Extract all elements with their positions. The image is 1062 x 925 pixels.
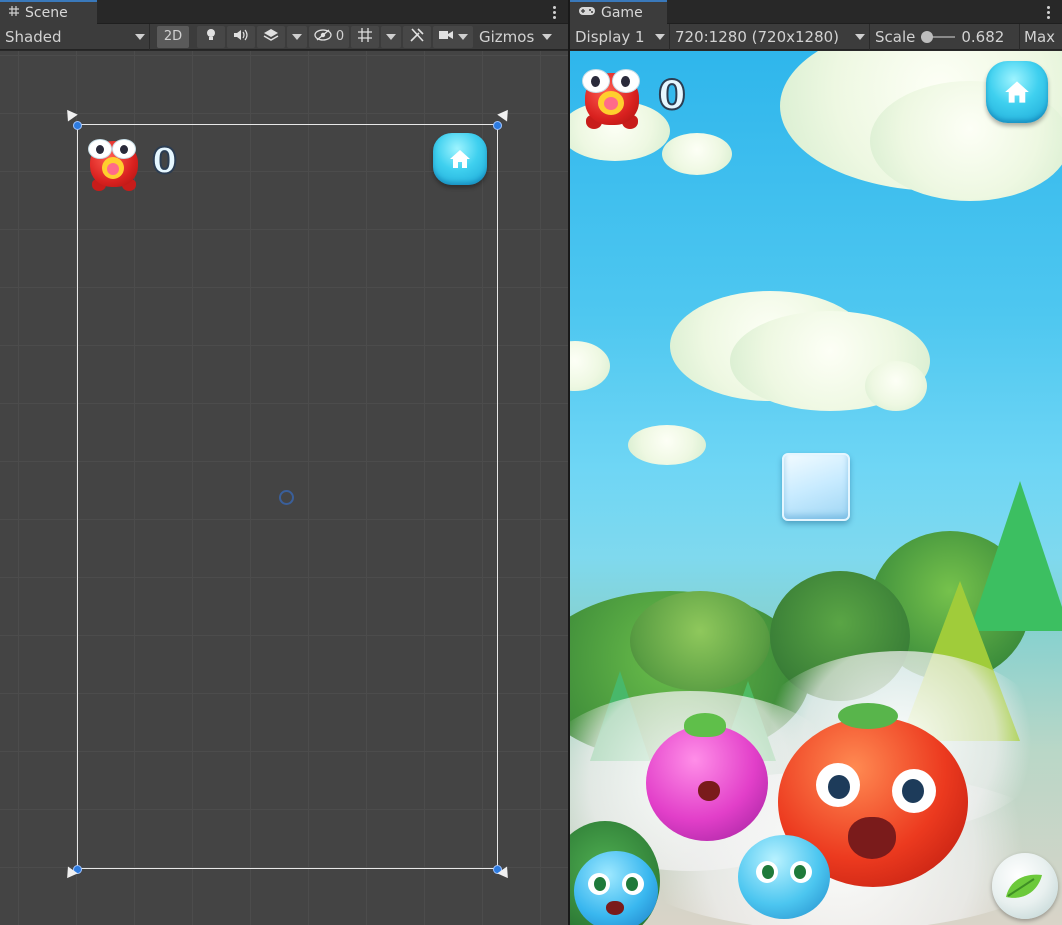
score-text: 0 [657,72,687,120]
scene-panel: Scene Shaded 2D 0 Gizmos 0 [0,0,568,925]
camera-icon [438,29,454,45]
gamepad-icon [578,5,596,21]
layers-icon [263,28,279,46]
eye-slash-icon [314,28,332,45]
resolution-dropdown[interactable]: 720:1280 (720x1280) [670,23,870,50]
hidden-count: 0 [335,29,345,44]
shading-mode-dropdown[interactable]: Shaded [0,23,150,50]
rect-handle-top-right[interactable] [493,121,502,130]
effects-toggle[interactable] [257,25,285,48]
home-icon [450,150,470,168]
game-menu-icon[interactable] [1042,3,1054,21]
bird-score-icon [86,135,142,193]
tools-toggle[interactable] [403,25,431,48]
audio-toggle[interactable] [227,25,255,48]
maximize-on-play-toggle[interactable]: Max [1020,24,1062,50]
cloud-middle-small [865,361,927,411]
game-viewport[interactable]: 0 [570,51,1062,925]
leaf-icon [838,703,898,729]
speaker-icon [233,29,249,45]
leaf-button[interactable] [992,853,1058,919]
chevron-down-icon [386,33,396,40]
tools-icon [409,27,425,47]
score-text: 0 [151,140,178,183]
grid-toggle[interactable] [351,25,379,48]
tab-game-label: Game [601,5,643,21]
rect-handle-top-left[interactable] [73,121,82,130]
bird-score-icon [580,65,644,131]
ice-block[interactable] [782,453,850,521]
leaf-icon [1006,874,1042,898]
scale-value: 0.682 [961,27,1005,46]
grid-dropdown[interactable] [381,25,401,48]
anchor-top-left-icon[interactable] [62,106,78,122]
cloud-left-edge [570,341,610,391]
chevron-down-icon [292,33,302,40]
fruit-mouth [848,817,896,859]
chevron-down-icon [542,33,553,40]
maximize-label: Max [1024,27,1056,46]
fruit-blue-left [574,851,658,925]
scene-menu-icon[interactable] [548,3,560,21]
lightbulb-icon [205,28,217,46]
lighting-toggle[interactable] [197,25,225,48]
leaf-icon [684,713,726,737]
scale-control: Scale 0.682 [870,23,1020,50]
scene-toolbar: Shaded 2D 0 Gizmos [0,23,568,50]
gizmos-dropdown[interactable]: Gizmos [474,24,554,50]
resolution-label: 720:1280 (720x1280) [675,27,840,46]
grid-icon [8,5,20,21]
tab-scene[interactable]: Scene [0,0,97,24]
effects-dropdown[interactable] [287,25,307,48]
mode-2d-label: 2D [163,29,183,44]
scale-label: Scale [875,27,916,46]
anchor-top-right-icon[interactable] [497,106,513,122]
tab-game[interactable]: Game [570,0,667,24]
chevron-down-icon [135,33,145,40]
game-tabbar: Game [570,0,1062,24]
scale-slider-thumb[interactable] [921,30,934,43]
cloud-small [662,133,732,175]
fruit-blue-middle [738,835,830,919]
hidden-objects-toggle[interactable]: 0 [309,25,349,48]
home-button[interactable] [433,133,487,185]
display-label: Display 1 [575,27,645,46]
mode-2d-toggle[interactable]: 2D [157,25,189,48]
chevron-down-icon [458,33,468,40]
shading-mode-label: Shaded [5,27,62,46]
tab-scene-label: Scene [25,5,68,21]
cloud-low-left [628,425,706,465]
display-dropdown[interactable]: Display 1 [570,23,670,50]
chevron-down-icon [655,33,665,40]
chevron-down-icon [855,33,865,40]
game-panel: Game Display 1 720:1280 (720x1280) Scale… [570,0,1062,925]
forest-bush-front [630,591,770,691]
grid-snap-icon [357,27,373,47]
gizmos-label: Gizmos [479,27,535,46]
scene-viewport[interactable]: 0 [0,51,568,925]
fruit-pink [646,713,768,841]
fruit-mouth [698,781,720,801]
pivot-handle[interactable] [279,490,294,505]
game-toolbar: Display 1 720:1280 (720x1280) Scale 0.68… [570,23,1062,50]
home-icon [1005,81,1029,103]
unity-editor: Scene Shaded 2D 0 Gizmos 0 Game Display … [0,0,1062,925]
home-button[interactable] [986,61,1048,123]
scale-slider[interactable] [921,30,956,43]
camera-settings[interactable] [433,25,473,48]
scene-tabbar: Scene [0,0,568,24]
